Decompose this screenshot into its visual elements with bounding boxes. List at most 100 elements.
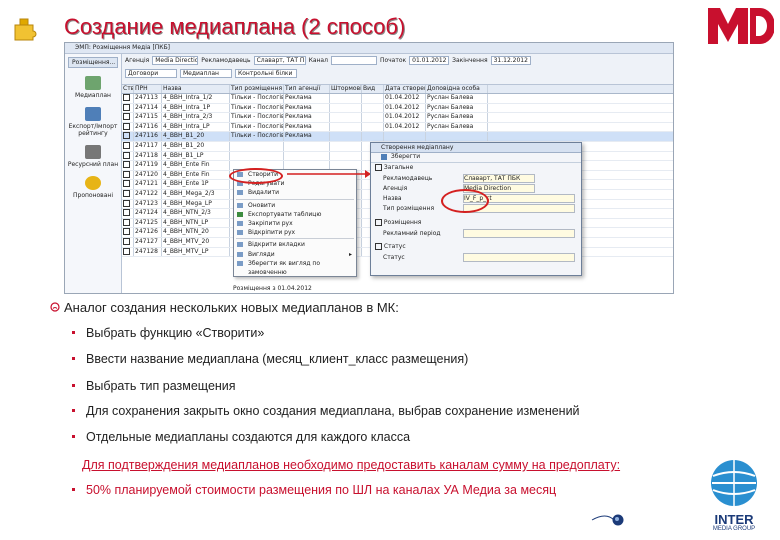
row-checkbox[interactable] — [122, 237, 134, 247]
row-checkbox[interactable] — [122, 113, 134, 122]
checkbox[interactable] — [123, 237, 130, 245]
col-header[interactable]: ПРН — [134, 85, 162, 93]
inter-logo: INTER MEDIA GROUP — [704, 458, 764, 534]
row-checkbox[interactable] — [122, 94, 134, 103]
section-checkbox[interactable] — [375, 243, 382, 250]
nav-export-import[interactable]: Експорт/Імпорт рейтингу — [65, 107, 121, 137]
menu-label: Оновити — [248, 201, 276, 209]
checkbox[interactable] — [123, 141, 130, 149]
row-checkbox[interactable] — [122, 170, 134, 180]
row-checkbox[interactable] — [122, 218, 134, 228]
table-cell: Тільки - Послогівна — [230, 94, 284, 103]
col-header[interactable]: Тип розміщення — [230, 85, 284, 93]
slide-pager-icon[interactable] — [590, 513, 626, 527]
checkbox[interactable] — [123, 247, 130, 255]
col-header[interactable]: Вид — [362, 85, 384, 93]
col-header[interactable]: Тип агенції — [284, 85, 330, 93]
table-cell — [426, 132, 488, 141]
checkbox[interactable] — [123, 122, 130, 130]
menu-item-refresh[interactable]: Оновити — [234, 201, 356, 210]
bullet-text: Выбрать функцию «Створити» — [86, 326, 265, 340]
table-cell: 4_BBH_Intra_LP — [162, 122, 230, 132]
checkbox[interactable] — [123, 113, 130, 121]
checkbox[interactable] — [123, 170, 130, 178]
menu-item-save-view[interactable]: Зберегти як вигляд по замовченню — [234, 259, 356, 276]
table-cell: Реклама — [284, 122, 330, 132]
checkbox[interactable] — [123, 161, 130, 169]
col-header[interactable]: Ств — [122, 85, 134, 93]
section-checkbox[interactable] — [375, 164, 382, 171]
period-field[interactable] — [463, 229, 575, 238]
row-checkbox[interactable] — [122, 199, 134, 209]
checkbox[interactable] — [123, 94, 130, 101]
status-field[interactable] — [463, 253, 575, 262]
menu-item-open-tabs[interactable]: Відкрити вкладки — [234, 240, 356, 249]
row-checkbox[interactable] — [122, 103, 134, 113]
section-checkbox[interactable] — [375, 219, 382, 226]
col-header[interactable]: Доповідна особа — [426, 85, 488, 93]
nav-offers[interactable]: Пропоновані — [65, 176, 121, 199]
menu-item-export[interactable]: Експортувати таблицю — [234, 210, 356, 219]
table-cell: 247113 — [134, 94, 162, 103]
nav-resource-plan[interactable]: Ресурсний план — [65, 145, 121, 168]
checkbox[interactable] — [123, 189, 130, 197]
section-placement[interactable]: Розміщення — [375, 219, 421, 226]
table-row[interactable]: 2471164_BBH_Intra_LPТільки - ПослогівнаР… — [122, 122, 673, 133]
menu-item-delete[interactable]: Видалити — [234, 188, 356, 197]
checkbox[interactable] — [123, 199, 130, 207]
dialog-save-button[interactable]: Зберегти — [391, 153, 420, 160]
row-checkbox[interactable] — [122, 161, 134, 170]
channel-select[interactable] — [330, 56, 377, 65]
row-checkbox[interactable] — [122, 228, 134, 237]
row-checkbox[interactable] — [122, 247, 134, 257]
row-checkbox[interactable] — [122, 180, 134, 189]
checkbox[interactable] — [123, 132, 130, 140]
checkbox[interactable] — [123, 180, 130, 188]
table-row[interactable]: 2471154_BBH_Intra_2/3Тільки - Послогівна… — [122, 113, 673, 123]
checkbox[interactable] — [123, 228, 130, 236]
advertiser-field[interactable]: Славарт, ТАТ ПБК — [463, 174, 535, 183]
checkbox[interactable] — [123, 209, 130, 217]
col-header[interactable]: Штормові — [330, 85, 362, 93]
menu-item-views[interactable]: Вигляди ▸ — [234, 250, 356, 259]
slide-title: Создание медиаплана (2 способ) — [64, 14, 406, 39]
section-general[interactable]: Загальне — [375, 164, 413, 171]
checkbox[interactable] — [123, 103, 130, 111]
table-cell: 4_BBH_MTV_LP — [162, 247, 230, 257]
row-checkbox[interactable] — [122, 132, 134, 141]
advertiser-select[interactable]: Славарт, ТАТ ПБК — [253, 56, 306, 65]
control-tab[interactable]: Контрольні білки — [235, 69, 297, 78]
row-checkbox[interactable] — [122, 189, 134, 199]
col-header[interactable]: Дата створення — [384, 85, 426, 93]
highlight-ring — [441, 189, 489, 213]
nav-mediaplan[interactable]: Медиаплан — [65, 76, 121, 99]
table-cell: 01.04.2012 — [384, 122, 426, 132]
table-cell: 4_BBH_B1_20 — [162, 141, 230, 151]
col-header[interactable]: Назва — [162, 85, 230, 93]
bullet-item: Выбрать тип размещения — [72, 379, 236, 393]
contracts-tab[interactable]: Договори — [125, 69, 177, 78]
table-cell: Реклама — [284, 94, 330, 103]
menu-item-pin[interactable]: Закріпити рух — [234, 219, 356, 228]
menu-item-unpin[interactable]: Відкріпити рух — [234, 228, 356, 237]
excel-icon — [237, 211, 243, 217]
row-checkbox[interactable] — [122, 151, 134, 161]
mediaplan-tab[interactable]: Медиаплан — [180, 69, 232, 78]
start-date-field[interactable]: 01.01.2012 — [409, 56, 450, 65]
section-status[interactable]: Статус — [375, 243, 406, 250]
row-checkbox[interactable] — [122, 209, 134, 218]
row-checkbox[interactable] — [122, 122, 134, 132]
context-menu: Створити Редагувати Видалити Оновити Екс… — [233, 169, 357, 277]
checkbox[interactable] — [123, 151, 130, 159]
table-row[interactable]: 2471144_BBH_Intra_1PТільки - ПослогівнаР… — [122, 103, 673, 114]
bullet-text: 50% планируемой стоимости размещения по … — [86, 483, 557, 497]
end-date-field[interactable]: 31.12.2012 — [490, 56, 531, 65]
table-cell: 247116 — [134, 122, 162, 132]
checkbox[interactable] — [123, 218, 130, 226]
placement-button[interactable]: Розміщення... — [68, 57, 118, 68]
row-checkbox[interactable] — [122, 141, 134, 151]
table-row[interactable]: 2471134_BBH_Intra_1/2Тільки - Послогівна… — [122, 94, 673, 104]
coin-icon — [85, 176, 101, 190]
agency-select[interactable]: Media Direction — [152, 56, 199, 65]
table-row[interactable]: 2471164_BBH_B1_20Тільки - ПослогівнаРекл… — [122, 132, 673, 142]
